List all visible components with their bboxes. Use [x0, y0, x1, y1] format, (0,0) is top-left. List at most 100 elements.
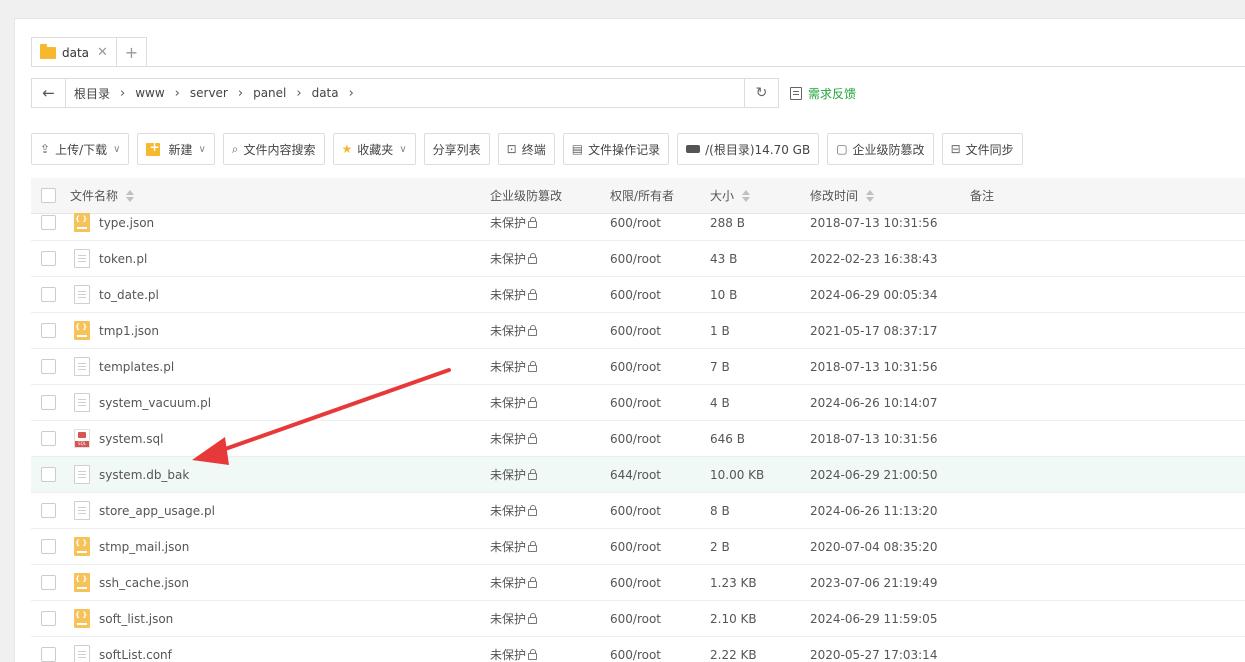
table-row[interactable]: system_vacuum.pl 未保护 600/root 4 B 2024-06-26… [31, 385, 1245, 421]
file-name-cell[interactable]: templates.pl [74, 349, 174, 384]
operation-log-button[interactable]: ▤ 文件操作记录 [562, 133, 670, 165]
table-row[interactable]: system.sql 未保护 600/root 646 B 2018-07-13 10:… [31, 421, 1245, 457]
breadcrumb-item-root[interactable]: 根目录 › [74, 85, 135, 102]
file-name[interactable]: token.pl [99, 252, 147, 266]
protect-cell[interactable]: 未保护 [490, 565, 538, 600]
upload-download-button[interactable]: ⇪ 上传/下载 ∨ [31, 133, 130, 165]
file-name-cell[interactable]: store_app_usage.pl [74, 493, 215, 528]
file-name[interactable]: store_app_usage.pl [99, 504, 215, 518]
row-checkbox[interactable] [41, 611, 56, 626]
perm-cell[interactable]: 600/root [610, 349, 661, 384]
protect-cell[interactable]: 未保护 [490, 529, 538, 564]
content-search-button[interactable]: ⌕ 文件内容搜索 [222, 133, 325, 165]
row-checkbox[interactable] [41, 539, 56, 554]
breadcrumb-item-panel[interactable]: panel › [253, 86, 312, 101]
add-tab-button[interactable]: + [116, 37, 147, 67]
row-checkbox[interactable] [41, 431, 56, 446]
protect-cell[interactable]: 未保护 [490, 277, 538, 312]
row-checkbox[interactable] [41, 467, 56, 482]
perm-cell[interactable]: 644/root [610, 457, 661, 492]
table-row[interactable]: type.json 未保护 600/root 288 B 2018-07-13 10:3… [31, 205, 1245, 241]
file-name[interactable]: system.sql [99, 432, 163, 446]
file-name[interactable]: templates.pl [99, 360, 174, 374]
row-checkbox[interactable] [41, 215, 56, 230]
protect-cell[interactable]: 未保护 [490, 421, 538, 456]
protect-cell[interactable]: 未保护 [490, 385, 538, 420]
table-row[interactable]: soft_list.json 未保护 600/root 2.10 KB 2024-06-… [31, 601, 1245, 637]
table-row[interactable]: softList.conf 未保护 600/root 2.22 KB 2020-05-2… [31, 637, 1245, 662]
file-name[interactable]: type.json [99, 216, 154, 230]
table-row[interactable]: token.pl 未保护 600/root 43 B 2022-02-23 16:38:… [31, 241, 1245, 277]
file-name[interactable]: tmp1.json [99, 324, 159, 338]
table-row[interactable]: tmp1.json 未保护 600/root 1 B 2021-05-17 08:37:… [31, 313, 1245, 349]
file-name-cell[interactable]: soft_list.json [74, 601, 173, 636]
row-checkbox[interactable] [41, 323, 56, 338]
tab-data[interactable]: data ✕ [31, 37, 117, 67]
table-row[interactable]: stmp_mail.json 未保护 600/root 2 B 2020-07-04 0… [31, 529, 1245, 565]
protect-cell[interactable]: 未保护 [490, 637, 538, 662]
row-checkbox[interactable] [41, 503, 56, 518]
row-checkbox[interactable] [41, 251, 56, 266]
perm-cell[interactable]: 600/root [610, 205, 661, 240]
file-name-cell[interactable]: stmp_mail.json [74, 529, 189, 564]
perm-cell[interactable]: 600/root [610, 277, 661, 312]
protect-cell[interactable]: 未保护 [490, 349, 538, 384]
protect-cell[interactable]: 未保护 [490, 205, 538, 240]
protect-cell[interactable]: 未保护 [490, 313, 538, 348]
refresh-icon[interactable]: ↻ [744, 79, 778, 107]
row-checkbox[interactable] [41, 287, 56, 302]
breadcrumb-item-www[interactable]: www › [135, 86, 190, 101]
close-icon[interactable]: ✕ [97, 45, 108, 60]
protect-cell[interactable]: 未保护 [490, 241, 538, 276]
favorites-button[interactable]: ★ 收藏夹 ∨ [332, 133, 416, 165]
file-name-cell[interactable]: to_date.pl [74, 277, 159, 312]
file-name-cell[interactable]: ssh_cache.json [74, 565, 189, 600]
file-name[interactable]: soft_list.json [99, 612, 173, 626]
row-checkbox[interactable] [41, 359, 56, 374]
column-size[interactable]: 大小 [710, 187, 751, 204]
perm-cell[interactable]: 600/root [610, 421, 661, 456]
perm-cell[interactable]: 600/root [610, 601, 661, 636]
file-name-cell[interactable]: system.db_bak [74, 457, 189, 492]
perm-cell[interactable]: 600/root [610, 313, 661, 348]
table-row[interactable]: store_app_usage.pl 未保护 600/root 8 B 2024-06-… [31, 493, 1245, 529]
row-checkbox[interactable] [41, 647, 56, 662]
perm-cell[interactable]: 600/root [610, 385, 661, 420]
back-arrow-icon[interactable]: ← [32, 79, 66, 107]
file-name[interactable]: system_vacuum.pl [99, 396, 211, 410]
table-row[interactable]: templates.pl 未保护 600/root 7 B 2018-07-13 10:… [31, 349, 1245, 385]
new-button[interactable]: 新建 ∨ [137, 133, 215, 165]
column-name[interactable]: 文件名称 [70, 187, 135, 204]
file-name[interactable]: stmp_mail.json [99, 540, 189, 554]
column-mtime[interactable]: 修改时间 [810, 187, 875, 204]
breadcrumb-item-server[interactable]: server › [190, 86, 253, 101]
terminal-button[interactable]: ⊡ 终端 [497, 133, 555, 165]
file-name[interactable]: to_date.pl [99, 288, 159, 302]
row-checkbox[interactable] [41, 395, 56, 410]
protect-cell[interactable]: 未保护 [490, 601, 538, 636]
tamper-proof-button[interactable]: ▢ 企业级防篡改 [827, 133, 934, 165]
file-name-cell[interactable]: softList.conf [74, 637, 172, 662]
feedback-link[interactable]: 需求反馈 [790, 85, 856, 102]
file-name-cell[interactable]: tmp1.json [74, 313, 159, 348]
perm-cell[interactable]: 600/root [610, 565, 661, 600]
file-name[interactable]: softList.conf [99, 648, 172, 662]
breadcrumb-item-data[interactable]: data › [312, 86, 364, 101]
disk-button[interactable]: /(根目录)14.70 GB [677, 133, 820, 165]
table-row[interactable]: system.db_bak 未保护 644/root 10.00 KB 2024-06-… [31, 457, 1245, 493]
perm-cell[interactable]: 600/root [610, 529, 661, 564]
table-row[interactable]: to_date.pl 未保护 600/root 10 B 2024-06-29 00:0… [31, 277, 1245, 313]
file-name-cell[interactable]: system.sql [74, 421, 163, 456]
perm-cell[interactable]: 600/root [610, 493, 661, 528]
select-all-checkbox[interactable] [41, 188, 56, 203]
file-name-cell[interactable]: system_vacuum.pl [74, 385, 211, 420]
file-sync-button[interactable]: ⊟ 文件同步 [941, 133, 1023, 165]
protect-cell[interactable]: 未保护 [490, 493, 538, 528]
file-name[interactable]: ssh_cache.json [99, 576, 189, 590]
file-name-cell[interactable]: token.pl [74, 241, 147, 276]
perm-cell[interactable]: 600/root [610, 637, 661, 662]
perm-cell[interactable]: 600/root [610, 241, 661, 276]
row-checkbox[interactable] [41, 575, 56, 590]
file-name-cell[interactable]: type.json [74, 205, 154, 240]
share-list-button[interactable]: 分享列表 [423, 133, 490, 165]
